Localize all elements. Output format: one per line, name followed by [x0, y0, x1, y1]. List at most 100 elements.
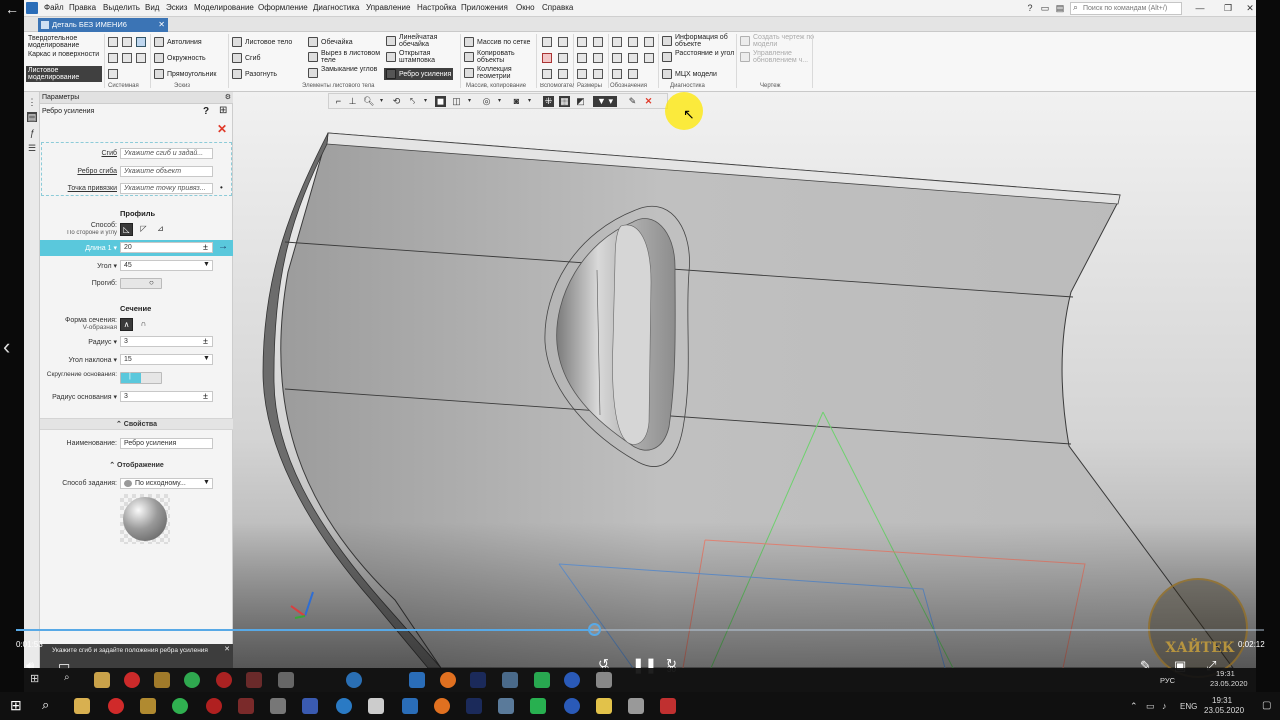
radius-stepper-icon[interactable]: ±: [203, 336, 208, 346]
video-progress-knob[interactable]: [587, 623, 601, 636]
cursor-icon[interactable]: ⌐: [333, 96, 344, 107]
previous-chevron-icon[interactable]: ‹: [3, 334, 10, 360]
restore-icon[interactable]: ❐: [1222, 2, 1234, 14]
tray-date[interactable]: 23.05.2020: [1204, 706, 1244, 715]
method-two-sides-icon[interactable]: ◸: [137, 223, 150, 236]
gear-icon[interactable]: ⚙: [225, 92, 231, 104]
selector-bend-edge-label[interactable]: Ребро сгиба: [43, 168, 117, 175]
close-window-icon[interactable]: ✕: [1244, 2, 1256, 14]
aux-plane-icon[interactable]: [542, 53, 552, 63]
slope-dropdown-icon[interactable]: ▼: [203, 355, 210, 362]
explorer-icon[interactable]: [74, 698, 90, 714]
tool-bend[interactable]: Сгиб: [232, 53, 261, 63]
menu-modeling[interactable]: Моделирование: [194, 3, 254, 12]
dim-radial-icon[interactable]: [593, 37, 603, 47]
photoshop-icon[interactable]: [466, 698, 482, 714]
tool-distance-angle[interactable]: Расстояние и угол: [662, 50, 738, 62]
back-arrow-icon[interactable]: ←: [0, 0, 24, 18]
save-icon[interactable]: [136, 37, 146, 47]
open-icon[interactable]: [122, 37, 132, 47]
tool-copy-objects[interactable]: Копировать объекты: [464, 50, 538, 64]
tool-geometry-collection[interactable]: Коллекция геометрии: [464, 66, 538, 80]
coordinate-icon[interactable]: ⊥: [347, 96, 358, 107]
app4-icon[interactable]: [434, 698, 450, 714]
new-doc-icon[interactable]: [108, 37, 118, 47]
slope-select[interactable]: 15: [120, 354, 213, 365]
roughness-icon[interactable]: [644, 37, 654, 47]
dim-diameter-icon[interactable]: [593, 53, 603, 63]
menu-select[interactable]: Выделить: [103, 3, 140, 12]
mode-sheet-metal[interactable]: Листовое моделирование: [26, 66, 102, 82]
grid-snap-icon[interactable]: ▦: [559, 96, 570, 107]
menu-manage[interactable]: Управление: [366, 3, 410, 12]
menu-sketch[interactable]: Эскиз: [166, 3, 187, 12]
tool-mass-properties[interactable]: МЦХ модели: [662, 69, 717, 79]
whatsapp-icon[interactable]: [172, 698, 188, 714]
tray-time[interactable]: 19:31: [1212, 696, 1232, 705]
properties-section-header[interactable]: ⌃ Свойства: [40, 418, 233, 430]
mark-icon[interactable]: [644, 53, 654, 63]
browser-icon[interactable]: [336, 698, 352, 714]
dim-linear-icon[interactable]: [577, 37, 587, 47]
mode-surfaces[interactable]: Каркас и поверхности: [28, 51, 102, 58]
method-side-angle-icon[interactable]: ◺: [120, 223, 133, 236]
selector-bend-edge-field[interactable]: Укажите объект: [120, 166, 213, 177]
aux-cs-icon[interactable]: [542, 69, 552, 79]
minimize-icon[interactable]: —: [1194, 2, 1206, 14]
angle-dropdown-icon[interactable]: ▼: [203, 261, 210, 268]
aux-axis-icon[interactable]: [558, 53, 568, 63]
base-icon[interactable]: [612, 53, 622, 63]
tool-create-drawing[interactable]: Создать чертеж по модели: [740, 34, 816, 48]
layers-view-icon[interactable]: ◩: [575, 96, 586, 107]
aux-curve-icon[interactable]: [558, 69, 568, 79]
dim-arc-icon[interactable]: [593, 69, 603, 79]
mode-solid[interactable]: Твердотельное моделирование: [28, 35, 102, 49]
tolerance-icon[interactable]: [628, 53, 638, 63]
section-dropdown-icon[interactable]: ▾: [524, 96, 535, 107]
cancel-operation-icon[interactable]: ✕: [643, 96, 654, 107]
app2-icon[interactable]: [238, 698, 254, 714]
app6-icon[interactable]: [530, 698, 546, 714]
app-icon[interactable]: [140, 698, 156, 714]
menu-design[interactable]: Оформление: [258, 3, 308, 12]
display-method-select[interactable]: По исходному...: [120, 478, 213, 489]
notification-icon[interactable]: ▢: [1262, 700, 1271, 711]
length-stepper-icon[interactable]: ±: [203, 242, 208, 252]
help-circle-icon[interactable]: ?: [203, 106, 209, 117]
tree-structure-icon[interactable]: ⊞: [219, 105, 227, 116]
command-search-input[interactable]: Поиск по командам (Alt+/): [1070, 2, 1182, 15]
tool-ruled-shell[interactable]: Линейчатая обечайка: [386, 34, 462, 48]
app3-icon[interactable]: [270, 698, 286, 714]
weld-icon[interactable]: [628, 69, 638, 79]
record-icon[interactable]: [206, 698, 222, 714]
tool-sheet-body[interactable]: Листовое тело: [232, 37, 292, 47]
volume-tray-icon[interactable]: ♪: [1162, 701, 1167, 711]
name-input[interactable]: Ребро усиления: [120, 438, 213, 449]
3d-viewport[interactable]: ⌐ ⊥ 🔍︎ ▾ ⟲ ⤣ ▾ ◼ ◫ ▾ ◎ ▾ ◙ ▾ ⁜ ▦ ◩ ▼ ▾ ✎…: [233, 92, 1256, 668]
angle-select[interactable]: 45: [120, 260, 213, 271]
menu-settings[interactable]: Настройка: [417, 3, 456, 12]
status-close-icon[interactable]: ✕: [224, 646, 230, 654]
word-icon[interactable]: [302, 698, 318, 714]
menu-edit[interactable]: Правка: [69, 3, 96, 12]
start-icon[interactable]: ⊞: [10, 697, 22, 714]
layers-icon[interactable]: ☰: [27, 143, 37, 153]
network-icon[interactable]: ▭: [1146, 701, 1155, 712]
confirm-icon[interactable]: ✎: [627, 96, 638, 107]
direction-arrow-icon[interactable]: →: [218, 241, 228, 252]
base-radius-stepper-icon[interactable]: ±: [203, 391, 208, 401]
undo-icon[interactable]: [108, 69, 118, 79]
hide-dropdown-icon[interactable]: ▾: [494, 96, 505, 107]
tool-unbend[interactable]: Разогнуть: [232, 69, 277, 79]
note-icon[interactable]: [612, 37, 622, 47]
hide-icon[interactable]: ◎: [481, 96, 492, 107]
shape-u-icon[interactable]: ∩: [137, 318, 150, 331]
method-angles-icon[interactable]: ⊿: [154, 223, 167, 236]
leader-icon[interactable]: [628, 37, 638, 47]
copy-icon[interactable]: [122, 53, 132, 63]
display-section-header[interactable]: ⌃ Отображение: [40, 460, 233, 472]
app7-icon[interactable]: [564, 698, 580, 714]
menu-window[interactable]: Окно: [516, 3, 535, 12]
thread-icon[interactable]: [612, 69, 622, 79]
tray-chevron-icon[interactable]: ⌃: [1130, 701, 1138, 712]
